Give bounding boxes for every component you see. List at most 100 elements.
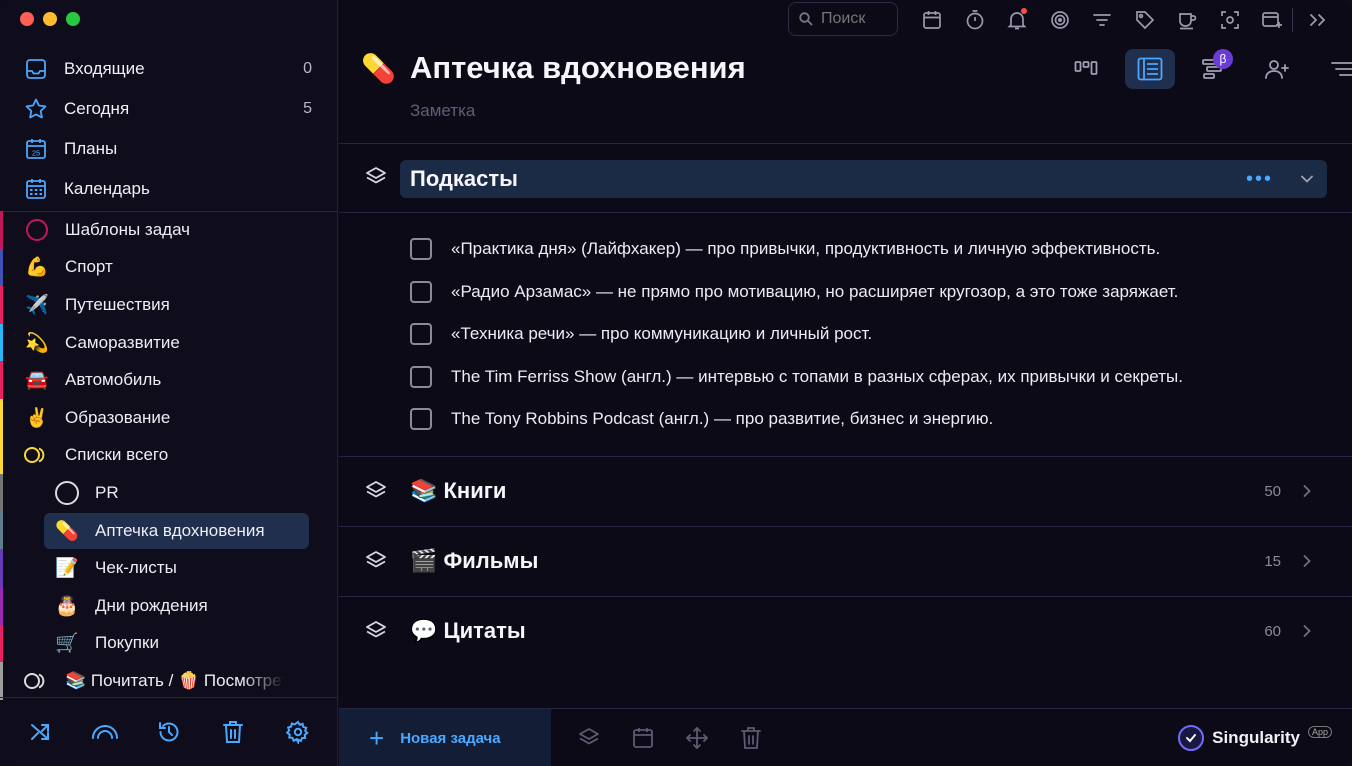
trash-icon[interactable] bbox=[219, 718, 247, 746]
sidebar-item-calendar[interactable]: Календарь bbox=[0, 169, 338, 209]
task-item: «Техника речи» — про коммуникацию и личн… bbox=[410, 319, 872, 349]
radar-icon[interactable] bbox=[1039, 6, 1082, 34]
chevron-down-icon[interactable] bbox=[1299, 171, 1315, 187]
kanban-view-button[interactable] bbox=[1061, 49, 1111, 89]
focus-icon[interactable] bbox=[1209, 6, 1252, 34]
layers-icon[interactable] bbox=[576, 725, 602, 751]
project-label: Шаблоны задач bbox=[65, 219, 191, 239]
main-content: 💊 Аптечка вдохновения Заметка β bbox=[339, 0, 1352, 766]
section-header[interactable]: 📚 Книги 50 bbox=[400, 472, 1327, 510]
project-label: Дни рождения bbox=[95, 595, 208, 615]
project-color-bar bbox=[0, 211, 3, 249]
task-checkbox[interactable] bbox=[410, 323, 432, 345]
zoom-window-button[interactable] bbox=[66, 12, 80, 26]
section-count: 15 bbox=[1264, 552, 1281, 570]
section-title: Подкасты bbox=[410, 166, 518, 191]
move-icon[interactable] bbox=[684, 725, 710, 751]
sort-menu-button[interactable] bbox=[1317, 49, 1352, 89]
layers-icon[interactable] bbox=[365, 166, 387, 188]
project-label: Аптечка вдохновения bbox=[95, 520, 265, 540]
shuffle-icon[interactable] bbox=[26, 718, 54, 746]
project-item-travel[interactable]: ✈️ Путешествия bbox=[0, 286, 338, 324]
project-item-inspiration-kit[interactable]: 💊 Аптечка вдохновения bbox=[0, 511, 338, 550]
expand-toolbar-icon[interactable] bbox=[1303, 6, 1333, 34]
project-item-read-watch[interactable]: 📚 Почитать / 🍿 Посмотреть bbox=[0, 662, 338, 700]
timer-icon[interactable] bbox=[954, 6, 997, 34]
task-item: The Tony Robbins Podcast (англ.) — про р… bbox=[410, 404, 993, 434]
calendar-icon[interactable] bbox=[630, 725, 656, 751]
project-label: Саморазвитие bbox=[65, 332, 180, 352]
layers-icon[interactable] bbox=[365, 620, 387, 642]
divider bbox=[339, 456, 1352, 457]
search-input[interactable] bbox=[821, 10, 881, 28]
project-item-car[interactable]: 🚘 Автомобиль bbox=[0, 361, 338, 399]
task-title[interactable]: The Tony Robbins Podcast (англ.) — про р… bbox=[451, 409, 993, 429]
calendar-icon[interactable] bbox=[911, 6, 954, 34]
chevron-right-icon[interactable] bbox=[1299, 553, 1315, 569]
top-toolbar bbox=[339, 0, 1352, 40]
project-item-self-development[interactable]: 💫 Саморазвитие bbox=[0, 323, 338, 362]
sidebar-item-label: Календарь bbox=[64, 179, 150, 198]
app-badge: App bbox=[1307, 726, 1332, 738]
project-item-education[interactable]: ✌️ Образование bbox=[0, 398, 338, 437]
section-header[interactable]: Подкасты ••• bbox=[400, 160, 1327, 198]
victory-hand-icon: ✌️ bbox=[25, 407, 49, 429]
task-checkbox[interactable] bbox=[410, 238, 432, 260]
project-label: Образование bbox=[65, 407, 171, 427]
gantt-view-button[interactable]: β bbox=[1189, 49, 1239, 89]
minimize-window-button[interactable] bbox=[43, 12, 57, 26]
project-item-pr[interactable]: PR bbox=[0, 474, 338, 512]
project-color-bar bbox=[0, 624, 3, 663]
project-item-checklists[interactable]: 📝 Чек-листы bbox=[0, 549, 338, 587]
section-header[interactable]: 🎬 Фильмы 15 bbox=[400, 542, 1327, 580]
project-item-birthdays[interactable]: 🎂 Дни рождения bbox=[0, 586, 338, 625]
page-subtitle[interactable]: Заметка bbox=[410, 101, 475, 121]
rainbow-icon[interactable] bbox=[91, 718, 119, 746]
add-window-icon[interactable] bbox=[1251, 6, 1294, 34]
task-title[interactable]: «Техника речи» — про коммуникацию и личн… bbox=[451, 324, 872, 344]
more-options-icon[interactable]: ••• bbox=[1246, 168, 1273, 191]
layers-icon[interactable] bbox=[365, 480, 387, 502]
list-view-button[interactable] bbox=[1125, 49, 1175, 89]
filter-icon[interactable] bbox=[1081, 6, 1124, 34]
section-header[interactable]: 💬 Цитаты 60 bbox=[400, 612, 1327, 650]
task-item: «Радио Арзамас» — не прямо про мотивацию… bbox=[410, 277, 1178, 307]
task-checkbox[interactable] bbox=[410, 366, 432, 388]
bell-icon[interactable] bbox=[996, 6, 1039, 34]
brand-name: Singularity bbox=[1212, 728, 1300, 747]
divider bbox=[339, 526, 1352, 527]
chevron-right-icon[interactable] bbox=[1299, 483, 1315, 499]
sidebar-item-inbox[interactable]: Входящие 0 bbox=[0, 49, 338, 89]
task-title[interactable]: «Практика дня» (Лайфхакер) — про привычк… bbox=[451, 239, 1160, 259]
trash-icon[interactable] bbox=[738, 725, 764, 751]
page-title[interactable]: Аптечка вдохновения bbox=[410, 50, 746, 86]
section-title: 💬 Цитаты bbox=[410, 618, 526, 643]
sidebar-item-plans[interactable]: 25 Планы bbox=[0, 129, 338, 169]
new-task-label: Новая задача bbox=[400, 729, 501, 747]
project-label: Автомобиль bbox=[65, 370, 162, 390]
gear-icon[interactable] bbox=[284, 718, 312, 746]
sidebar-item-today[interactable]: Сегодня 5 bbox=[0, 89, 338, 129]
chevron-right-icon[interactable] bbox=[1299, 623, 1315, 639]
project-color-bar bbox=[0, 549, 3, 587]
layers-icon[interactable] bbox=[365, 550, 387, 572]
project-item-shopping[interactable]: 🛒 Покупки bbox=[0, 624, 338, 663]
coffee-cup-icon[interactable] bbox=[1166, 6, 1209, 34]
task-checkbox[interactable] bbox=[410, 281, 432, 303]
task-title[interactable]: «Радио Арзамас» — не прямо про мотивацию… bbox=[451, 282, 1178, 302]
tag-icon[interactable] bbox=[1124, 6, 1167, 34]
calendar-25-icon: 25 bbox=[24, 137, 48, 161]
project-item-templates[interactable]: Шаблоны задач bbox=[0, 211, 338, 249]
folder-circles-icon bbox=[24, 668, 50, 694]
project-item-sport[interactable]: 💪 Спорт bbox=[0, 248, 338, 287]
task-checkbox[interactable] bbox=[410, 408, 432, 430]
car-icon: 🚘 bbox=[25, 370, 49, 392]
folder-circles-icon bbox=[24, 442, 50, 468]
task-title[interactable]: The Tim Ferriss Show (англ.) — интервью … bbox=[451, 367, 1183, 387]
project-item-lists[interactable]: Списки всего bbox=[0, 436, 338, 475]
search-box[interactable] bbox=[788, 2, 898, 36]
close-window-button[interactable] bbox=[20, 12, 34, 26]
history-icon[interactable] bbox=[155, 718, 183, 746]
new-task-button[interactable]: + Новая задача bbox=[339, 709, 551, 766]
add-user-button[interactable] bbox=[1253, 49, 1303, 89]
